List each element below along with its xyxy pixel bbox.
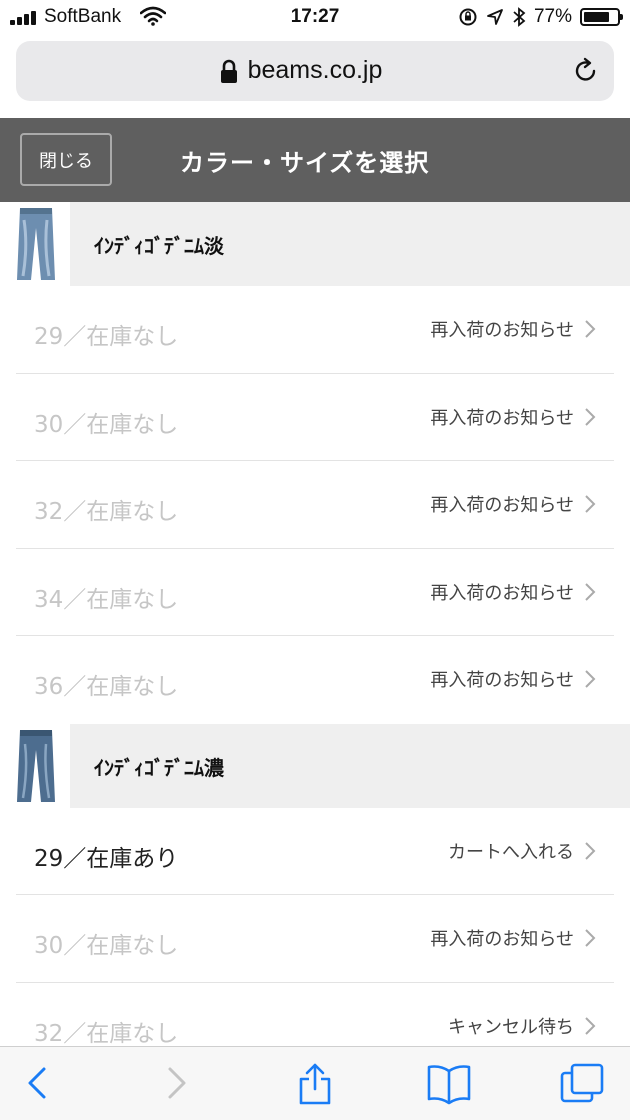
size-row[interactable]: 29／在庫なし 再入荷のお知らせ [16, 286, 614, 374]
status-bar: SoftBank 17:27 77% [0, 0, 630, 36]
color-size-list: ｲﾝﾃﾞｨｺﾞﾃﾞﾆﾑ淡 29／在庫なし 再入荷のお知らせ 30／在庫なし 再入… [0, 202, 630, 1046]
reload-icon[interactable] [572, 57, 600, 85]
size-stock-label: 34／在庫なし [34, 586, 179, 613]
chevron-right-icon [585, 929, 596, 947]
modal-header: 閉じる カラー・サイズを選択 [0, 118, 630, 202]
size-row[interactable]: 30／在庫なし 再入荷のお知らせ [16, 895, 614, 983]
size-row[interactable]: 36／在庫なし 再入荷のお知らせ [16, 636, 614, 724]
url-text: beams.co.jp [247, 56, 383, 84]
location-icon [487, 9, 503, 25]
size-stock-label: 32／在庫なし [34, 499, 179, 525]
chevron-right-icon [585, 320, 596, 338]
size-stock-label: 30／在庫なし [34, 933, 179, 959]
chevron-right-icon [585, 670, 596, 688]
size-row[interactable]: 29／在庫あり カートへ入れる [16, 808, 614, 895]
color-name: ｲﾝﾃﾞｨｺﾞﾃﾞﾆﾑ濃 [94, 755, 224, 780]
jeans-light-thumbnail [17, 208, 55, 280]
forward-icon[interactable] [164, 1061, 190, 1105]
address-bar[interactable]: beams.co.jp [16, 41, 614, 101]
restock-notify-link[interactable]: 再入荷のお知らせ [430, 491, 574, 517]
battery-percent: 77% [533, 6, 572, 27]
battery-icon [580, 8, 623, 26]
back-icon[interactable] [24, 1061, 50, 1105]
restock-notify-link[interactable]: 再入荷のお知らせ [430, 579, 574, 605]
chevron-right-icon [585, 841, 596, 860]
jeans-dark-thumbnail [17, 729, 55, 802]
size-row[interactable]: 34／在庫なし 再入荷のお知らせ [16, 549, 614, 636]
restock-notify-link[interactable]: 再入荷のお知らせ [430, 316, 574, 342]
bluetooth-icon [513, 7, 526, 27]
chevron-right-icon [585, 495, 596, 513]
color-group-header: ｲﾝﾃﾞｨｺﾞﾃﾞﾆﾑ淡 [0, 202, 630, 286]
color-group-header: ｲﾝﾃﾞｨｺﾞﾃﾞﾆﾑ濃 [0, 723, 630, 808]
close-button[interactable]: 閉じる [20, 133, 112, 186]
browser-toolbar [0, 1046, 630, 1120]
size-row[interactable]: 32／在庫なし 再入荷のお知らせ [16, 461, 614, 549]
tabs-icon[interactable] [560, 1061, 606, 1105]
size-stock-label: 36／在庫なし [34, 674, 179, 700]
restock-notify-link[interactable]: 再入荷のお知らせ [430, 925, 574, 951]
bookmarks-icon[interactable] [426, 1061, 472, 1105]
color-name: ｲﾝﾃﾞｨｺﾞﾃﾞﾆﾑ淡 [94, 234, 224, 258]
page-title: カラー・サイズを選択 [180, 149, 430, 177]
waitlist-link[interactable]: キャンセル待ち [448, 1013, 574, 1039]
restock-notify-link[interactable]: 再入荷のお知らせ [430, 404, 574, 430]
size-stock-label: 30／在庫なし [34, 411, 179, 438]
orientation-lock-icon [459, 8, 477, 26]
size-stock-label: 29／在庫あり [34, 845, 179, 872]
share-icon[interactable] [296, 1061, 334, 1105]
size-stock-label: 29／在庫なし [34, 324, 179, 350]
chevron-right-icon [585, 1016, 596, 1035]
size-row[interactable]: 30／在庫なし 再入荷のお知らせ [16, 374, 614, 461]
size-stock-label: 32／在庫なし [34, 1020, 179, 1047]
add-to-cart-link[interactable]: カートへ入れる [448, 838, 574, 864]
size-row[interactable]: 32／在庫なし キャンセル待ち [16, 983, 614, 1047]
chevron-right-icon [585, 582, 596, 601]
chevron-right-icon [585, 407, 596, 426]
browser-address-area: beams.co.jp [0, 36, 630, 118]
restock-notify-link[interactable]: 再入荷のお知らせ [430, 666, 574, 692]
